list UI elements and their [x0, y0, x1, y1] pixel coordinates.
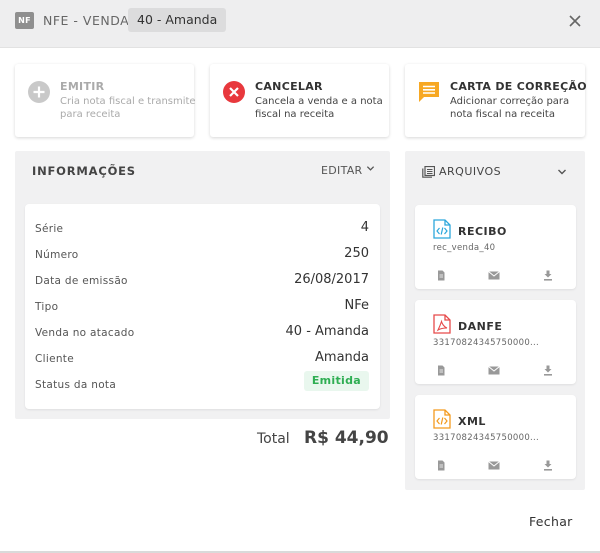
cancel-circle-icon	[223, 81, 245, 103]
carta-correcao-button[interactable]: CARTA DE CORREÇÃO Adicionar correção par…	[405, 64, 587, 137]
nf-badge: NF	[15, 12, 34, 29]
emitir-desc: Cria nota fiscal e transmite para receit…	[60, 96, 196, 120]
info-row-data-emissao: Data de emissão 26/08/2017	[35, 271, 369, 291]
download-icon[interactable]	[542, 365, 554, 376]
file-card-danfe[interactable]: DANFE 33170824345750000...	[415, 300, 576, 384]
info-value: Amanda	[315, 350, 369, 365]
document-icon[interactable]	[435, 365, 447, 376]
email-icon[interactable]	[488, 365, 500, 376]
file-subtitle: 33170824345750000...	[433, 338, 540, 348]
file-card-recibo[interactable]: RECIBO rec_venda_40	[415, 205, 576, 289]
edit-label: EDITAR	[321, 164, 363, 177]
file-name: XML	[458, 415, 486, 428]
info-card: Série 4 Número 250 Data de emissão 26/08…	[25, 204, 380, 409]
close-icon[interactable]	[567, 13, 583, 29]
info-panel: INFORMAÇÕES EDITAR Série 4 Número 250 Da…	[15, 151, 390, 419]
cancelar-button[interactable]: CANCELAR Cancela a venda e a nota fiscal…	[210, 64, 389, 137]
info-label: Status da nota	[35, 379, 117, 391]
modal-title: NFE - VENDA	[43, 13, 130, 28]
info-row-serie: Série 4	[35, 219, 369, 239]
edit-button[interactable]: EDITAR	[321, 164, 375, 177]
download-icon[interactable]	[542, 460, 554, 471]
info-label: Série	[35, 223, 64, 235]
file-name: DANFE	[458, 320, 503, 333]
info-value: 250	[344, 246, 369, 261]
library-icon	[422, 166, 435, 178]
info-value: 26/08/2017	[294, 272, 369, 287]
close-button[interactable]: Fechar	[529, 514, 573, 529]
info-value: 40 - Amanda	[285, 324, 369, 339]
info-title: INFORMAÇÕES	[32, 164, 136, 178]
total-label: Total	[257, 431, 290, 447]
carta-title: CARTA DE CORREÇÃO	[450, 80, 587, 93]
emitir-title: EMITIR	[60, 80, 105, 93]
cancelar-title: CANCELAR	[255, 80, 323, 93]
files-panel: ARQUIVOS RECIBO rec_venda_40 DANFE 33170…	[405, 151, 585, 490]
plus-circle-icon	[28, 81, 50, 103]
file-card-xml[interactable]: XML 33170824345750000...	[415, 395, 576, 479]
chevron-down-icon	[367, 166, 375, 171]
code-file-icon	[433, 409, 451, 429]
info-row-venda-atacado: Venda no atacado 40 - Amanda	[35, 323, 369, 343]
document-icon[interactable]	[435, 460, 447, 471]
info-row-status: Status da nota Emitida	[35, 371, 369, 395]
cancelar-desc: Cancela a venda e a nota fiscal na recei…	[255, 96, 383, 120]
total-value: R$ 44,90	[304, 428, 389, 448]
files-title: ARQUIVOS	[439, 165, 502, 178]
info-label: Venda no atacado	[35, 327, 135, 339]
modal-header: NF NFE - VENDA 40 - Amanda	[0, 0, 600, 48]
file-name: RECIBO	[458, 225, 507, 238]
info-row-numero: Número 250	[35, 245, 369, 265]
download-icon[interactable]	[542, 270, 554, 281]
code-file-icon	[433, 219, 451, 239]
carta-desc: Adicionar correção para nota fiscal na r…	[450, 96, 570, 120]
email-icon[interactable]	[488, 270, 500, 281]
email-icon[interactable]	[488, 460, 500, 471]
info-row-cliente: Cliente Amanda	[35, 349, 369, 369]
status-badge: Emitida	[303, 371, 369, 391]
info-label: Número	[35, 249, 79, 261]
chevron-down-icon[interactable]	[556, 166, 568, 178]
info-label: Cliente	[35, 353, 74, 365]
info-row-tipo: Tipo NFe	[35, 297, 369, 317]
comment-icon	[419, 82, 439, 102]
info-value: 4	[360, 220, 369, 235]
info-label: Data de emissão	[35, 275, 128, 287]
document-icon[interactable]	[435, 270, 447, 281]
sale-chip: 40 - Amanda	[128, 8, 227, 32]
pdf-file-icon	[433, 314, 451, 334]
info-value: NFe	[344, 298, 370, 313]
file-subtitle: rec_venda_40	[433, 243, 496, 253]
info-label: Tipo	[35, 301, 59, 313]
file-subtitle: 33170824345750000...	[433, 433, 540, 443]
emitir-button[interactable]: EMITIR Cria nota fiscal e transmite para…	[15, 64, 196, 137]
